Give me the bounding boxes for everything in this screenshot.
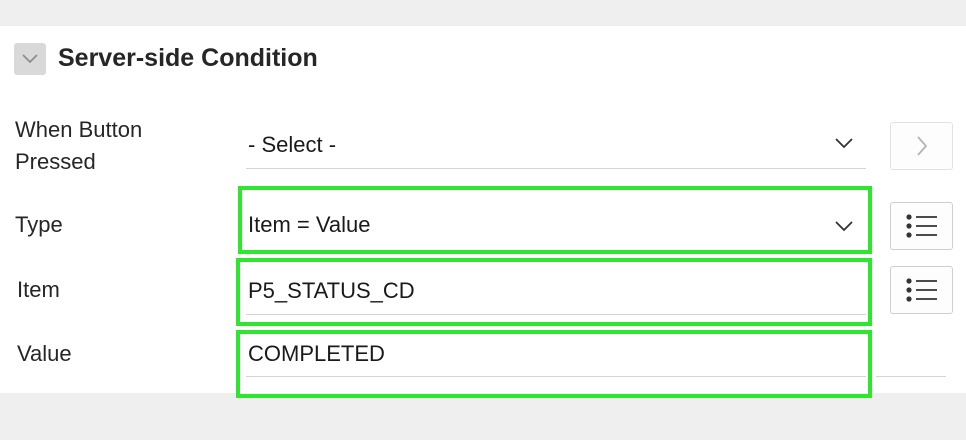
type-list-button[interactable] [890, 202, 953, 250]
type-label: Type [15, 212, 63, 237]
divider [876, 376, 946, 377]
list-icon [905, 278, 937, 302]
value-input[interactable]: COMPLETED [246, 325, 866, 377]
chevron-down-icon [835, 220, 853, 231]
item-value: P5_STATUS_CD [248, 278, 415, 303]
chevron-down-icon [22, 54, 38, 64]
chevron-right-icon [916, 136, 927, 156]
when-button-pressed-label: When Button Pressed [15, 117, 143, 174]
chevron-down-icon [835, 137, 853, 148]
value-value: COMPLETED [248, 341, 385, 366]
item-list-button[interactable] [890, 266, 953, 314]
collapse-section-button[interactable] [14, 43, 46, 75]
when-button-pressed-select[interactable]: - Select - [246, 117, 866, 169]
value-label: Value [17, 341, 72, 366]
list-icon [905, 214, 937, 238]
go-to-button-button[interactable] [890, 122, 953, 170]
type-select[interactable]: Item = Value [246, 200, 866, 252]
section-title: Server-side Condition [58, 44, 318, 72]
when-button-pressed-value: - Select - [248, 132, 337, 157]
item-input[interactable]: P5_STATUS_CD [246, 263, 866, 315]
item-label: Item [17, 277, 60, 302]
type-value: Item = Value [248, 212, 371, 237]
